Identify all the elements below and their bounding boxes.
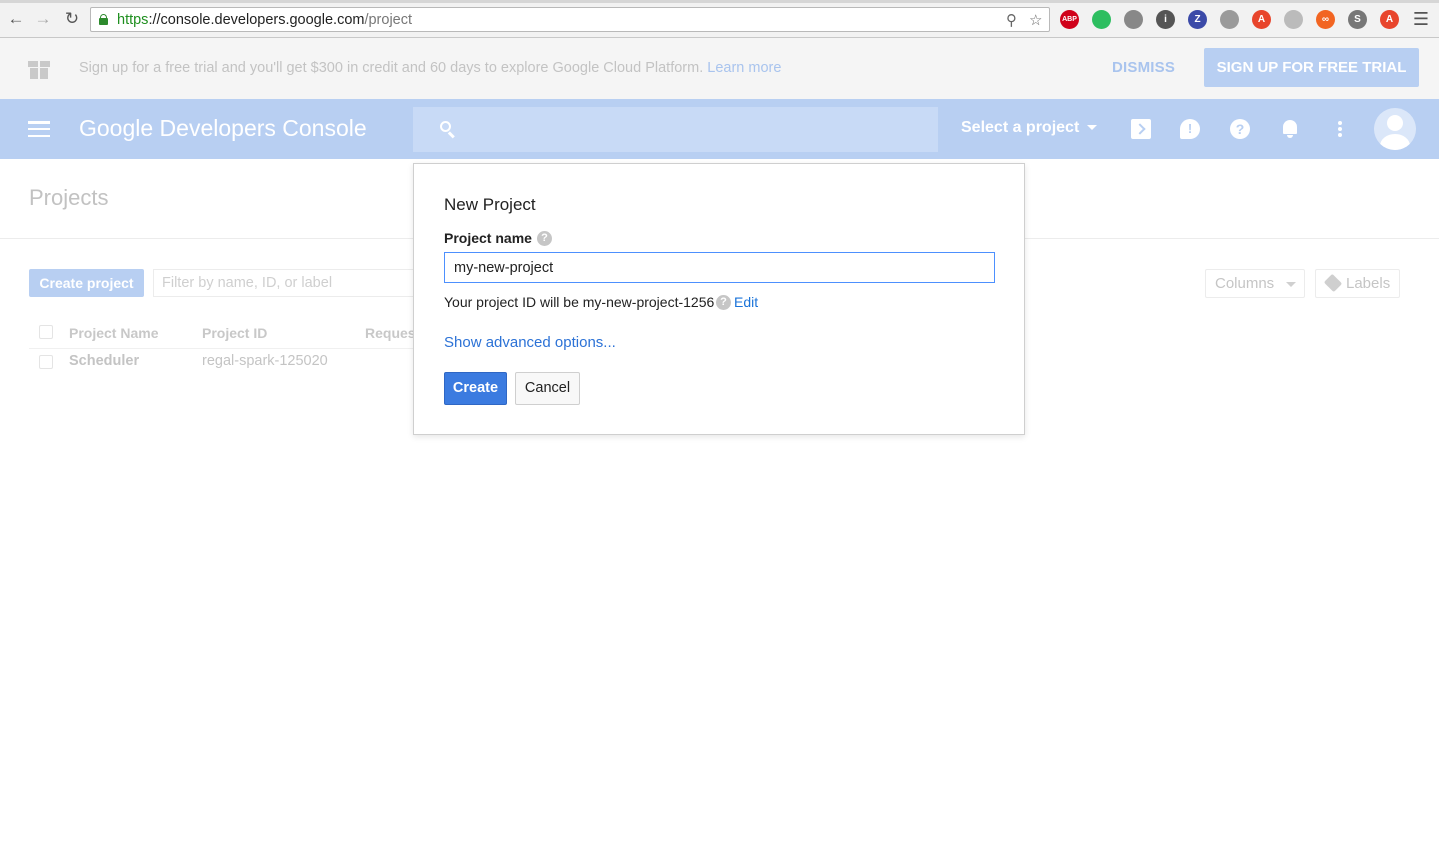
search-icon: [440, 121, 456, 139]
dismiss-button[interactable]: DISMISS: [1112, 59, 1175, 76]
row-checkbox[interactable]: [39, 355, 53, 369]
project-name-input[interactable]: [444, 252, 995, 283]
search-input[interactable]: [413, 107, 938, 152]
column-header-project-name[interactable]: Project Name: [69, 325, 158, 341]
banner-message: Sign up for a free trial and you'll get …: [79, 60, 782, 76]
chevron-down-icon: [1087, 125, 1098, 131]
forward-arrow-icon[interactable]: →: [33, 8, 53, 30]
project-id-text: Your project ID will be my-new-project-1…: [444, 294, 715, 310]
table-row-project-name[interactable]: Scheduler: [69, 353, 139, 369]
chevron-down-icon: [1286, 282, 1296, 287]
more-vert-icon[interactable]: [1330, 119, 1350, 139]
select-all-checkbox[interactable]: [39, 325, 53, 339]
brand-title: Google Developers Console: [79, 115, 367, 141]
s-extension-icon[interactable]: S: [1348, 10, 1367, 29]
lock-icon: [99, 14, 108, 25]
table-row-project-id: regal-spark-125020: [202, 353, 328, 369]
zotero-icon[interactable]: Z: [1188, 10, 1207, 29]
filter-input[interactable]: Filter by name, ID, or label: [153, 269, 423, 297]
page-title: Projects: [29, 185, 109, 210]
cancel-button[interactable]: Cancel: [515, 372, 580, 405]
avatar[interactable]: [1374, 108, 1416, 150]
show-advanced-options-link[interactable]: Show advanced options...: [444, 334, 616, 351]
info-extension-icon[interactable]: i: [1156, 10, 1175, 29]
columns-button[interactable]: Columns: [1205, 269, 1305, 298]
beach-extension-icon[interactable]: [1220, 10, 1239, 29]
project-name-label: Project name: [444, 230, 532, 246]
infinity-extension-icon[interactable]: ∞: [1316, 10, 1335, 29]
new-project-dialog: New Project Project name ? Your project …: [413, 163, 1025, 435]
dialog-title: New Project: [444, 195, 536, 214]
url-text: https://console.developers.google.com/pr…: [117, 12, 413, 28]
a2-extension-icon[interactable]: A: [1380, 10, 1399, 29]
cloud-shell-icon[interactable]: [1131, 119, 1151, 139]
hamburger-menu-icon[interactable]: [28, 121, 50, 138]
create-button[interactable]: Create: [444, 372, 507, 405]
reload-icon[interactable]: ↻: [62, 8, 82, 30]
learn-more-link[interactable]: Learn more: [707, 60, 781, 76]
chrome-menu-icon[interactable]: ☰: [1411, 8, 1431, 30]
feedback-icon[interactable]: [1180, 119, 1200, 139]
sign-up-free-trial-button[interactable]: SIGN UP FOR FREE TRIAL: [1204, 48, 1419, 87]
bookmark-star-icon[interactable]: ☆: [1029, 11, 1042, 29]
project-selector-label: Select a project: [961, 119, 1080, 136]
feather-extension-icon[interactable]: [1284, 10, 1303, 29]
zoom-icon[interactable]: ⚲: [1006, 11, 1017, 29]
notifications-bell-icon[interactable]: [1280, 119, 1300, 139]
tab-strip: [0, 0, 1439, 3]
browser-toolbar: ← → ↻ https://console.developers.google.…: [0, 0, 1439, 38]
edit-project-id-link[interactable]: Edit: [734, 294, 758, 310]
project-id-help-icon[interactable]: ?: [716, 295, 731, 310]
table-row-divider: [29, 348, 419, 349]
columns-label: Columns: [1215, 275, 1275, 292]
evernote-icon[interactable]: [1092, 10, 1111, 29]
adblock-plus-icon[interactable]: ABP: [1060, 10, 1079, 29]
help-icon[interactable]: [1230, 119, 1250, 139]
project-selector[interactable]: Select a project: [961, 119, 1098, 137]
column-header-project-id[interactable]: Project ID: [202, 325, 267, 341]
project-name-help-icon[interactable]: ?: [537, 231, 552, 246]
globe-extension-icon[interactable]: [1124, 10, 1143, 29]
column-header-requests[interactable]: Reques: [365, 325, 416, 341]
address-bar[interactable]: https://console.developers.google.com/pr…: [90, 7, 1050, 32]
back-arrow-icon[interactable]: ←: [6, 8, 26, 30]
a-extension-icon[interactable]: A: [1252, 10, 1271, 29]
gift-icon: [28, 57, 50, 79]
create-project-button[interactable]: Create project: [29, 269, 144, 297]
